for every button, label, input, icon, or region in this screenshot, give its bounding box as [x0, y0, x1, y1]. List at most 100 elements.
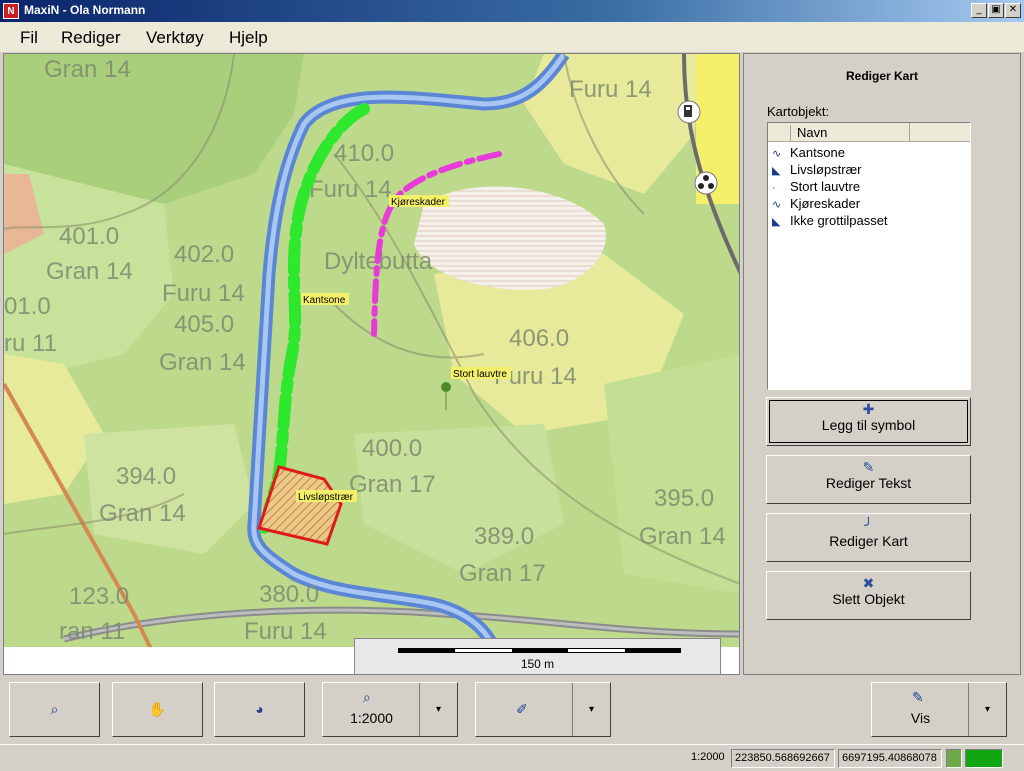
menu-fil[interactable]: Fil [20, 28, 38, 48]
stort-lauvtre-point[interactable] [441, 382, 451, 392]
edit-text-icon: ✎ [862, 459, 875, 475]
status-x-coordinate: 223850.568692667 [731, 749, 835, 768]
map-label: Furu 14 [244, 618, 327, 645]
delete-object-icon: ✖ [862, 575, 875, 591]
map-label: Gran 14 [159, 349, 246, 376]
map-label: 400.0 [362, 435, 422, 462]
view-label: Vis [910, 710, 931, 726]
close-button[interactable]: ✕ [1005, 3, 1021, 18]
gps-button[interactable]: ◕ [214, 682, 305, 737]
measure-button[interactable]: ✐ ▾ [475, 682, 611, 737]
list-item[interactable]: ◣ Ikke grottilpasset [772, 213, 888, 230]
plus-icon: ✚ [862, 401, 875, 417]
ruler-icon: ✐ [516, 701, 528, 717]
map-label: Gran 14 [46, 258, 133, 285]
map-label: 394.0 [116, 463, 176, 490]
map-label: 01.0 [4, 293, 51, 320]
list-item[interactable]: ∿ Kjøreskader [772, 196, 860, 213]
map-label: Gran 14 [44, 56, 131, 83]
menu-verktoy[interactable]: Verktøy [146, 28, 204, 48]
list-item-label: Livsløpstrær [790, 162, 862, 177]
column-header-empty[interactable] [909, 123, 970, 142]
kantsone-label: Kantsone [303, 295, 346, 306]
magnifier-icon: ⌕ [363, 689, 371, 705]
zoom-scale-label: 1:2000 [350, 710, 393, 726]
map-label: Furu 14 [309, 176, 392, 203]
gps-status-icon [946, 749, 962, 768]
list-item[interactable]: · Stort lauvtre [772, 179, 860, 196]
line-icon: ∿ [772, 148, 782, 160]
status-bar: 1:2000 223850.568692667 6697195.40868078 [0, 744, 1024, 771]
zoom-dropdown-arrow[interactable]: ▾ [419, 683, 457, 736]
stort-lauvtre-label: Stort lauvtre [453, 369, 507, 380]
map-label: Gran 17 [349, 471, 436, 498]
map-label: Gran 17 [459, 560, 546, 587]
edit-map-icon: ╯ [864, 517, 873, 533]
status-y-coordinate: 6697195.40868078 [838, 749, 942, 768]
map-object-list[interactable]: Navn ∿ Kantsone ◣ Livsløpstrær · Stort lauv… [767, 122, 971, 390]
measure-dropdown-arrow[interactable]: ▾ [572, 683, 610, 736]
panel-title: Rediger Kart [845, 69, 919, 83]
point-icon: · [772, 182, 776, 194]
map-label: 123.0 [69, 583, 129, 610]
edit-map-button[interactable]: ╯ Rediger Kart [766, 513, 971, 562]
edit-text-button[interactable]: ✎ Rediger Tekst [766, 455, 971, 504]
add-symbol-label: Legg til symbol [821, 417, 916, 433]
map-label: Gran 14 [99, 500, 186, 527]
window-title: MaxiN - Ola Normann [24, 3, 146, 17]
map-canvas[interactable]: Gran 14 Furu 14 410.0 Furu 14 401.0 402.… [4, 54, 740, 675]
edit-text-label: Rediger Tekst [825, 475, 912, 491]
delete-object-button[interactable]: ✖ Slett Objekt [766, 571, 971, 620]
connection-status-indicator [965, 749, 1003, 768]
polygon-icon: ◣ [772, 165, 781, 177]
column-header-name[interactable]: Navn [790, 125, 910, 142]
map-label: 406.0 [509, 325, 569, 352]
zoom-to-area-button[interactable]: ⌕ [9, 682, 100, 737]
bottom-toolbar: ⌕ ✋ ◕ ⌕ 1:2000 ▾ ✐ ▾ ✎ Vis ▾ [0, 676, 1024, 744]
globe-icon: ◕ [255, 701, 264, 717]
map-objects-label: Kartobjekt: [767, 104, 830, 119]
menu-bar: Fil Rediger Verktøy Hjelp [0, 22, 1024, 52]
app-icon: N [3, 3, 19, 19]
map-label: Furu 14 [162, 280, 245, 307]
list-header: Navn [768, 123, 970, 142]
view-button[interactable]: ✎ Vis ▾ [871, 682, 1007, 737]
add-symbol-button[interactable]: ✚ Legg til symbol [766, 397, 971, 446]
status-scale: 1:2000 [691, 751, 725, 763]
pan-button[interactable]: ✋ [112, 682, 203, 737]
line-icon: ∿ [772, 199, 782, 211]
list-item-label: Kantsone [790, 145, 845, 160]
map-label: 389.0 [474, 523, 534, 550]
restore-button[interactable]: ▣ [988, 3, 1004, 18]
fuel-station-icon[interactable] [677, 100, 701, 124]
map-label: 402.0 [174, 241, 234, 268]
list-item-label: Kjøreskader [790, 196, 861, 211]
map-label: ran 11 [59, 618, 125, 645]
map-label: 395.0 [654, 485, 714, 512]
menu-hjelp[interactable]: Hjelp [229, 28, 268, 48]
map-view[interactable]: Gran 14 Furu 14 410.0 Furu 14 401.0 402.… [3, 53, 740, 675]
minimize-button[interactable]: _ [971, 3, 987, 18]
map-label: 410.0 [334, 140, 394, 167]
scale-bar-label: 150 m [520, 657, 555, 671]
list-item[interactable]: ∿ Kantsone [772, 145, 845, 162]
zoom-area-icon: ⌕ [50, 701, 59, 717]
list-item-label: Stort lauvtre [790, 179, 861, 194]
kjoreskader-label: Kjøreskader [391, 197, 446, 208]
edit-map-panel: Rediger Kart Kartobjekt: Navn ∿ Kantsone … [743, 53, 1021, 675]
scale-bar-ruler [398, 648, 681, 653]
view-layers-icon: ✎ [912, 689, 924, 705]
poi-cluster-icon[interactable] [694, 171, 718, 195]
hand-icon: ✋ [148, 701, 167, 717]
list-item-label: Ikke grottilpasset [790, 213, 888, 228]
polygon-icon: ◣ [772, 216, 781, 228]
list-item[interactable]: ◣ Livsløpstrær [772, 162, 862, 179]
map-label: Furu 14 [569, 76, 652, 103]
zoom-scale-button[interactable]: ⌕ 1:2000 ▾ [322, 682, 458, 737]
map-label: 380.0 [259, 581, 319, 608]
livslopstraer-label: Livsløpstrær [298, 492, 354, 503]
menu-rediger[interactable]: Rediger [61, 28, 121, 48]
edit-map-label: Rediger Kart [829, 533, 908, 549]
map-label: ru 11 [4, 330, 57, 357]
view-dropdown-arrow[interactable]: ▾ [968, 683, 1006, 736]
